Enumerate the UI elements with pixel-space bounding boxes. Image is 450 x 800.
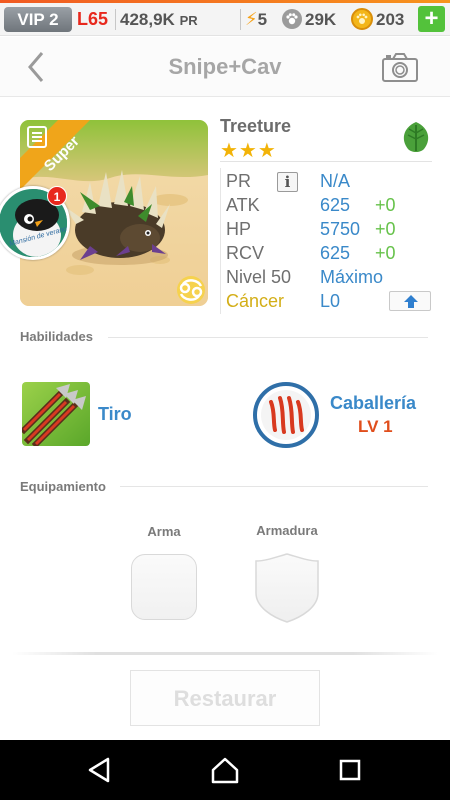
total-pr-value: 428,9K — [120, 10, 175, 29]
arrow-up-icon — [404, 295, 418, 308]
stat-label-level: Nivel 50 — [226, 267, 292, 287]
bottom-divider — [12, 652, 438, 655]
notification-badge: 1 — [47, 186, 67, 206]
creature-name: Treeture — [220, 116, 292, 136]
zodiac-upgrade-button[interactable] — [389, 291, 431, 311]
skill-cavalry-name[interactable]: Caballería — [330, 393, 416, 414]
skill-snipe-icon[interactable] — [22, 382, 90, 446]
skill-cavalry-icon[interactable] — [253, 382, 319, 448]
energy-counter[interactable]: ⚡5 — [245, 7, 267, 32]
status-bar: VIP 2 L65 428,9K PR ⚡5 29K 203 + — [0, 0, 450, 36]
nav-recents-button[interactable] — [334, 754, 366, 786]
stat-value-pr: N/A — [320, 171, 351, 191]
skill-cavalry-level: LV 1 — [358, 417, 393, 436]
home-icon — [211, 757, 239, 784]
camera-button[interactable] — [381, 51, 419, 83]
skills-section-title: Habilidades — [20, 329, 93, 344]
stat-label-zodiac: Cáncer — [226, 291, 285, 311]
stat-label-pr: PR — [226, 171, 252, 191]
skills-section-line — [108, 337, 428, 338]
paw-counter[interactable]: 29K — [305, 7, 336, 32]
status-divider — [115, 9, 116, 30]
stats-divider — [220, 161, 432, 162]
add-coins-button[interactable]: + — [418, 6, 445, 32]
triangle-back-icon — [88, 757, 110, 783]
stat-value-atk: 625 — [320, 195, 351, 215]
weapon-slot[interactable] — [131, 554, 197, 620]
stat-label-atk: ATK — [226, 195, 260, 215]
stat-value-rcv: 625 — [320, 243, 351, 263]
stat-label-rcv: RCV — [226, 243, 265, 263]
restore-button[interactable]: Restaurar — [130, 670, 320, 726]
equipment-section-line — [120, 486, 428, 487]
coin-counter: 203 — [376, 10, 405, 29]
star-rating: ★★★ — [220, 140, 277, 162]
stat-value-zodiac: L0 — [320, 291, 341, 311]
player-level: L65 — [77, 9, 109, 29]
page-header: Snipe+Cav — [0, 37, 450, 97]
paw-icon — [282, 9, 302, 29]
camera-icon — [382, 53, 418, 82]
armor-slot[interactable] — [254, 553, 320, 623]
stat-label-hp: HP — [226, 219, 252, 239]
leaf-icon — [398, 119, 434, 155]
skill-snipe-name[interactable]: Tiro — [98, 404, 132, 425]
stat-bonus-rcv: +0 — [375, 243, 396, 263]
info-icon[interactable]: i — [277, 172, 298, 192]
status-progress-line — [0, 0, 450, 3]
bolt-icon: ⚡ — [245, 9, 258, 29]
energy-value: 5 — [257, 10, 268, 29]
stat-value-level: Máximo — [320, 267, 384, 287]
coin-icon — [351, 8, 373, 30]
stat-bonus-hp: +0 — [375, 219, 396, 239]
weapon-label: Arma — [147, 524, 181, 539]
total-pr: 428,9K PR — [120, 7, 198, 32]
vip-badge[interactable]: VIP 2 — [4, 7, 72, 32]
equipment-section-title: Equipamiento — [20, 479, 106, 494]
total-pr-unit: PR — [179, 13, 198, 28]
stats-left-border — [220, 168, 221, 314]
armor-label: Armadura — [256, 523, 318, 538]
stat-value-hp: 5750 — [320, 219, 361, 239]
status-divider — [240, 9, 241, 30]
stat-bonus-atk: +0 — [375, 195, 396, 215]
system-nav-bar — [0, 740, 450, 800]
nav-back-button[interactable] — [84, 754, 116, 786]
square-recents-icon — [339, 759, 361, 781]
nav-home-button[interactable] — [209, 754, 241, 786]
